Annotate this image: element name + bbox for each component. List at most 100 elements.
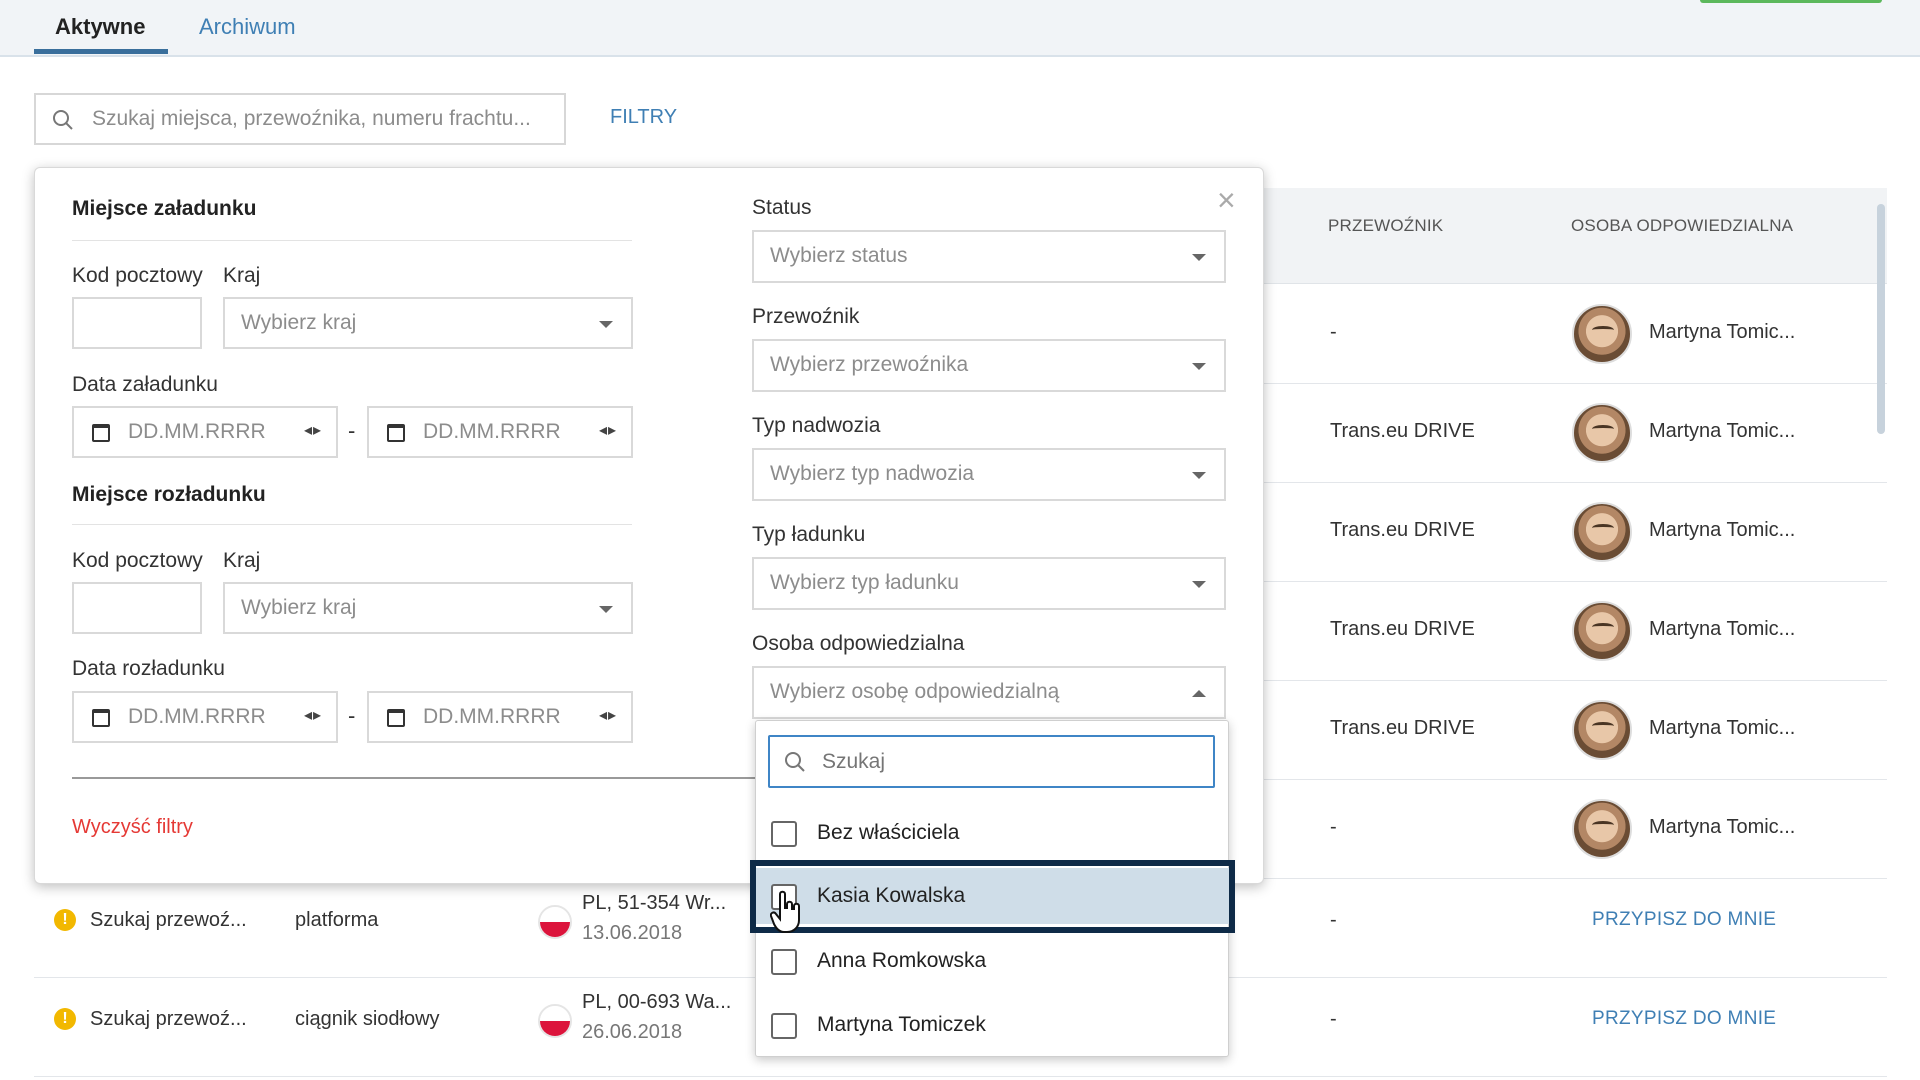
loading-date-to[interactable]: DD.MM.RRRR ◂▸ bbox=[367, 406, 633, 458]
unloading-postal-code-input[interactable] bbox=[72, 582, 202, 634]
date-stepper-icon[interactable]: ◂▸ bbox=[599, 705, 617, 725]
dropdown-search-field[interactable] bbox=[768, 735, 1215, 788]
option-martyna-tomiczek[interactable]: Martyna Tomiczek bbox=[755, 997, 1229, 1053]
date-cell: 13.06.2018 bbox=[582, 922, 683, 944]
unloading-date-from[interactable]: DD.MM.RRRR ◂▸ bbox=[72, 691, 338, 743]
divider bbox=[72, 240, 632, 241]
column-header-carrier[interactable]: PRZEWOŹNIK bbox=[1328, 216, 1443, 236]
avatar bbox=[1572, 304, 1632, 364]
responsible-person-name: Martyna Tomic... bbox=[1649, 717, 1796, 739]
carrier-cell: Trans.eu DRIVE bbox=[1330, 618, 1475, 640]
hand-pointer-cursor-icon bbox=[769, 890, 804, 939]
calendar-icon bbox=[387, 709, 405, 727]
column-header-responsible[interactable]: OSOBA ODPOWIEDZIALNA bbox=[1571, 216, 1793, 236]
unloading-country-label: Kraj bbox=[223, 549, 261, 572]
assign-to-me-link[interactable]: PRZYPISZ DO MNIE bbox=[1592, 909, 1776, 931]
active-tab-indicator bbox=[34, 49, 168, 54]
date-stepper-icon[interactable]: ◂▸ bbox=[304, 705, 322, 725]
date-placeholder: DD.MM.RRRR bbox=[128, 420, 266, 443]
unloading-country-select[interactable]: Wybierz kraj bbox=[223, 582, 633, 634]
warning-icon: ! bbox=[54, 909, 76, 931]
top-tab-bar: Aktywne Archiwum bbox=[0, 0, 1920, 57]
unloading-date-label: Data rozładunku bbox=[72, 657, 225, 680]
body-type-select[interactable]: Wybierz typ nadwozia bbox=[752, 448, 1226, 501]
filters-toggle-link[interactable]: FILTRY bbox=[610, 106, 677, 129]
date-stepper-icon[interactable]: ◂▸ bbox=[599, 420, 617, 440]
avatar bbox=[1572, 700, 1632, 760]
divider bbox=[72, 777, 760, 779]
divider bbox=[72, 524, 632, 525]
assign-to-me-link[interactable]: PRZYPISZ DO MNIE bbox=[1592, 1008, 1776, 1030]
date-range-separator: - bbox=[348, 418, 356, 443]
tab-archiwum[interactable]: Archiwum bbox=[199, 14, 296, 40]
status-cell: Szukaj przewoź... bbox=[90, 1008, 247, 1030]
calendar-icon bbox=[387, 424, 405, 442]
loading-date-from[interactable]: DD.MM.RRRR ◂▸ bbox=[72, 406, 338, 458]
chevron-down-icon bbox=[599, 606, 613, 613]
close-icon[interactable]: × bbox=[1217, 184, 1236, 216]
checkbox[interactable] bbox=[771, 949, 797, 975]
search-input[interactable] bbox=[90, 103, 550, 135]
calendar-icon bbox=[92, 709, 110, 727]
responsible-person-name: Martyna Tomic... bbox=[1649, 618, 1796, 640]
load-type-select[interactable]: Wybierz typ ładunku bbox=[752, 557, 1226, 610]
tab-aktywne[interactable]: Aktywne bbox=[55, 14, 145, 40]
responsible-person-name: Martyna Tomic... bbox=[1649, 519, 1796, 541]
loading-country-select[interactable]: Wybierz kraj bbox=[223, 297, 633, 349]
status-select[interactable]: Wybierz status bbox=[752, 230, 1226, 283]
chevron-down-icon bbox=[599, 321, 613, 328]
poland-flag-icon bbox=[538, 1004, 572, 1038]
loading-postal-code-label: Kod pocztowy bbox=[72, 264, 203, 287]
loading-date-label: Data załadunku bbox=[72, 373, 218, 396]
body-type-cell: platforma bbox=[295, 909, 379, 931]
load-type-placeholder: Wybierz typ ładunku bbox=[770, 571, 959, 594]
carrier-cell: - bbox=[1330, 909, 1337, 931]
responsible-select[interactable]: Wybierz osobę odpowiedzialną bbox=[752, 666, 1226, 719]
calendar-icon bbox=[92, 424, 110, 442]
highlight-frame bbox=[750, 860, 1235, 933]
unloading-postal-code-label: Kod pocztowy bbox=[72, 549, 203, 572]
body-type-cell: ciągnik siodłowy bbox=[295, 1008, 440, 1030]
loading-country-placeholder: Wybierz kraj bbox=[241, 311, 357, 334]
date-cell: 26.06.2018 bbox=[582, 1021, 683, 1043]
loading-postal-code-input[interactable] bbox=[72, 297, 202, 349]
unloading-section-title: Miejsce rozładunku bbox=[72, 483, 266, 506]
loading-country-label: Kraj bbox=[223, 264, 261, 287]
carrier-select[interactable]: Wybierz przewoźnika bbox=[752, 339, 1226, 392]
unloading-date-to[interactable]: DD.MM.RRRR ◂▸ bbox=[367, 691, 633, 743]
responsible-person-name: Martyna Tomic... bbox=[1649, 816, 1796, 838]
carrier-cell: Trans.eu DRIVE bbox=[1330, 519, 1475, 541]
search-icon bbox=[52, 109, 74, 136]
carrier-label: Przewoźnik bbox=[752, 305, 860, 328]
carrier-cell: Trans.eu DRIVE bbox=[1330, 717, 1475, 739]
avatar bbox=[1572, 502, 1632, 562]
avatar bbox=[1572, 799, 1632, 859]
date-placeholder: DD.MM.RRRR bbox=[423, 705, 561, 728]
chevron-down-icon bbox=[1192, 254, 1206, 261]
warning-icon: ! bbox=[54, 1008, 76, 1030]
search-field[interactable] bbox=[34, 93, 566, 145]
checkbox[interactable] bbox=[771, 821, 797, 847]
responsible-placeholder: Wybierz osobę odpowiedzialną bbox=[770, 680, 1060, 703]
table-scrollbar[interactable] bbox=[1877, 204, 1885, 434]
option-label: Anna Romkowska bbox=[817, 949, 987, 972]
place-cell: PL, 00-693 Wa... bbox=[582, 991, 732, 1013]
avatar bbox=[1572, 601, 1632, 661]
checkbox[interactable] bbox=[771, 1013, 797, 1039]
dropdown-search-input[interactable] bbox=[820, 747, 1200, 777]
option-label: Martyna Tomiczek bbox=[817, 1013, 986, 1036]
chevron-up-icon bbox=[1192, 690, 1206, 697]
top-action-button-edge[interactable] bbox=[1700, 0, 1882, 3]
body-type-placeholder: Wybierz typ nadwozia bbox=[770, 462, 975, 485]
date-placeholder: DD.MM.RRRR bbox=[423, 420, 561, 443]
clear-filters-link[interactable]: Wyczyść filtry bbox=[72, 816, 193, 839]
chevron-down-icon bbox=[1192, 581, 1206, 588]
avatar bbox=[1572, 403, 1632, 463]
body-type-label: Typ nadwozia bbox=[752, 414, 881, 437]
option-anna-romkowska[interactable]: Anna Romkowska bbox=[755, 933, 1229, 989]
status-label: Status bbox=[752, 196, 812, 219]
poland-flag-icon bbox=[538, 905, 572, 939]
date-stepper-icon[interactable]: ◂▸ bbox=[304, 420, 322, 440]
carrier-cell: - bbox=[1330, 816, 1337, 838]
option-bez-wlasciciela[interactable]: Bez właściciela bbox=[755, 805, 1229, 861]
